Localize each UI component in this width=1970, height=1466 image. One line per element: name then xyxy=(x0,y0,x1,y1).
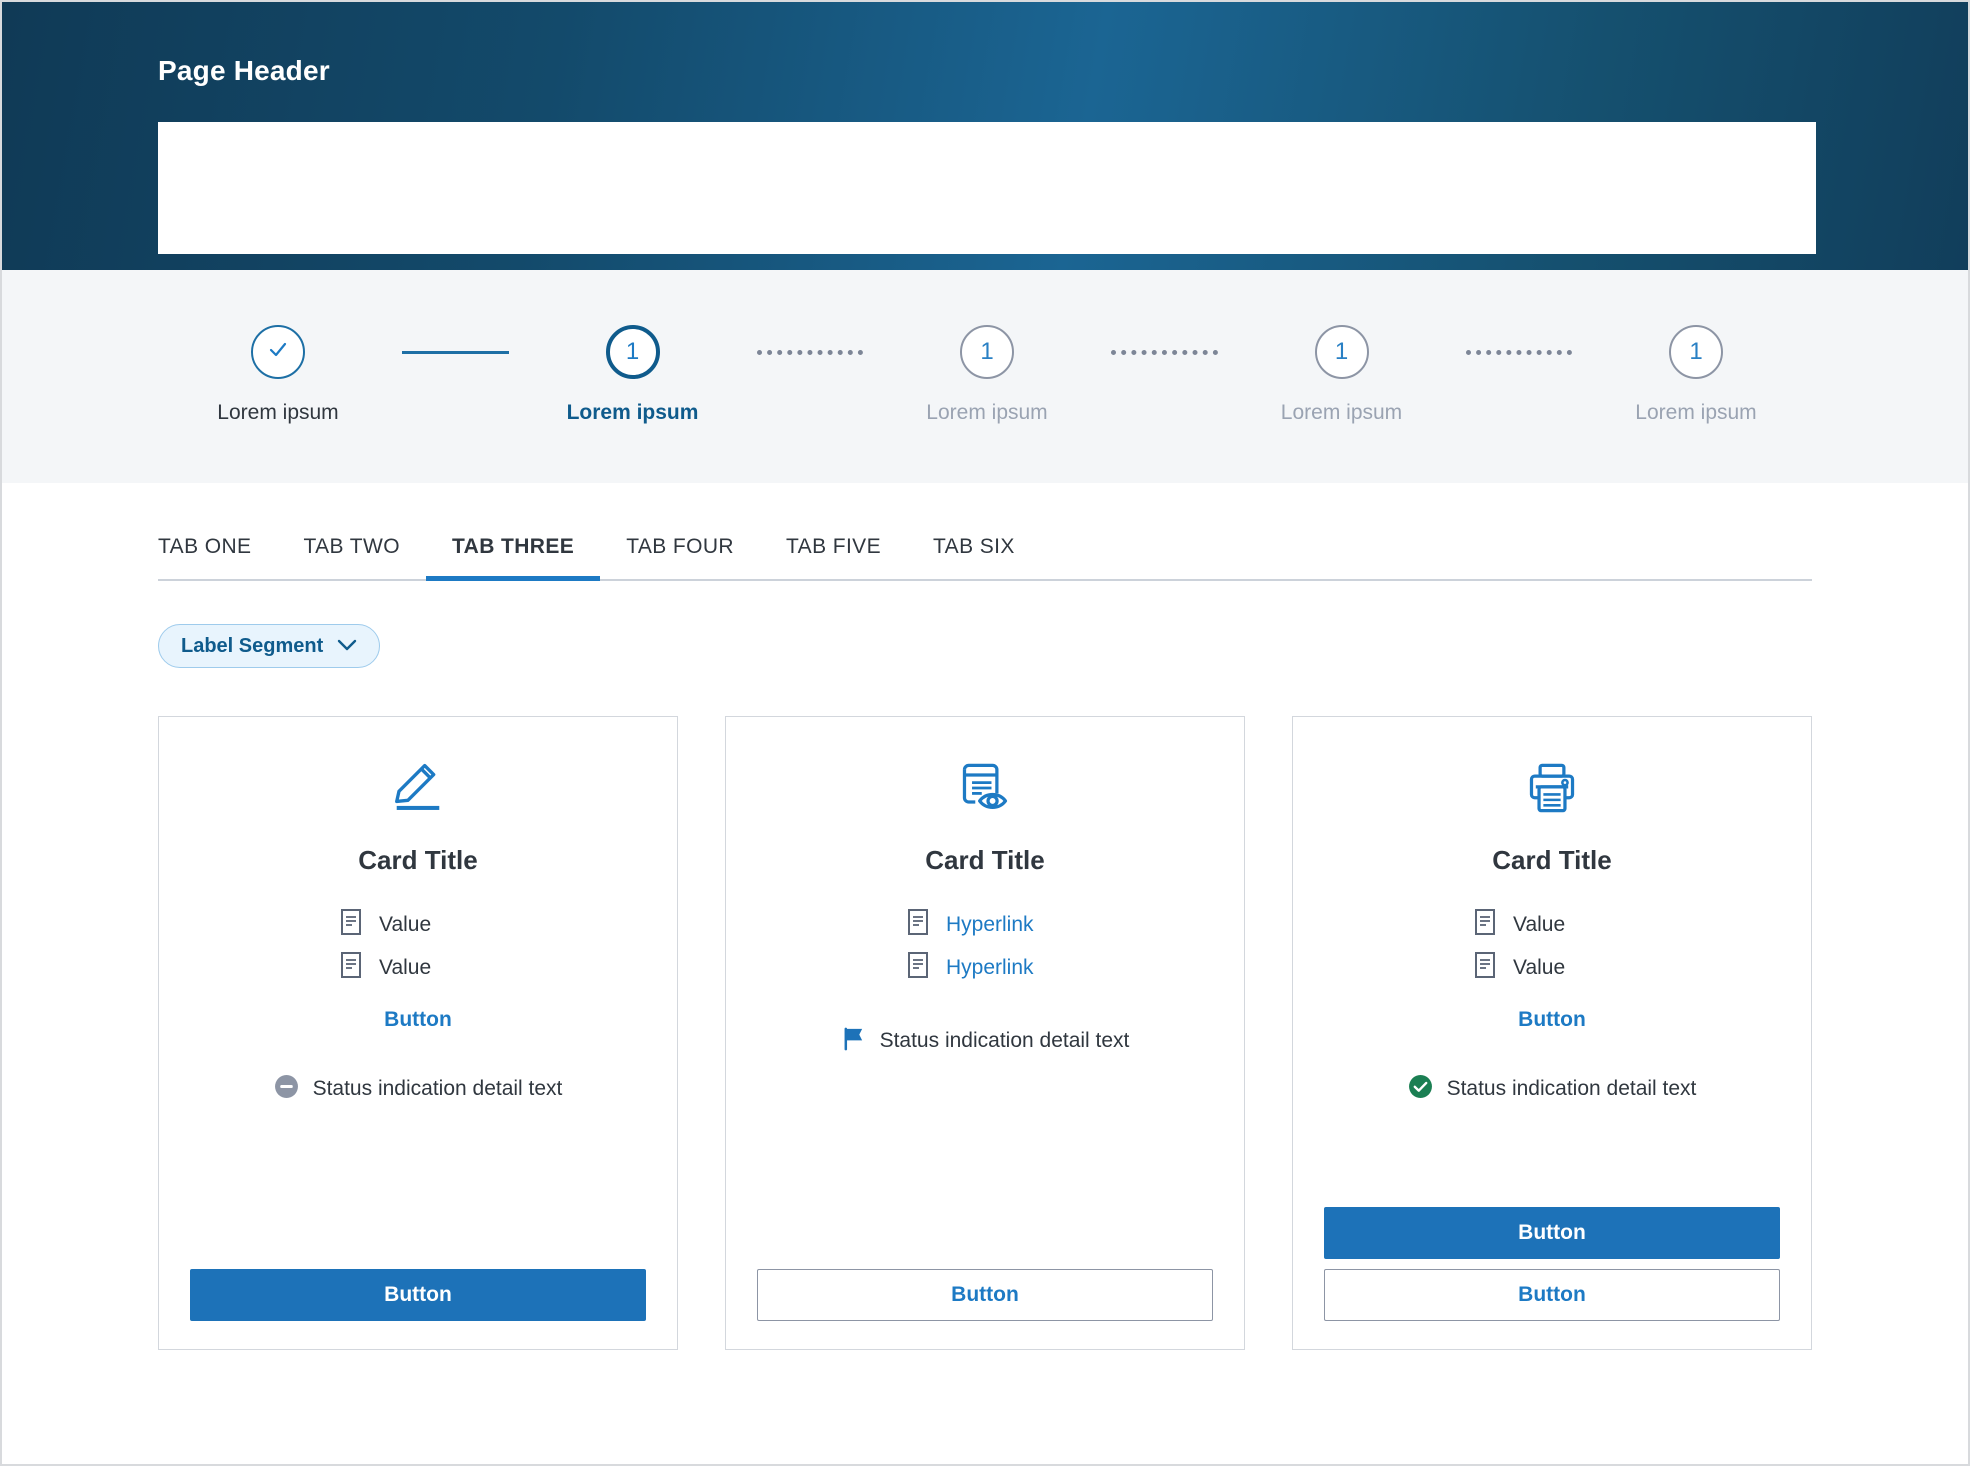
card-value-text: Value xyxy=(379,912,432,936)
card-status-row: Status indication detail text xyxy=(190,1074,646,1104)
stepper-connector-line xyxy=(402,350,509,354)
tab-tab-one[interactable]: TAB ONE xyxy=(158,535,277,579)
document-icon xyxy=(906,951,930,984)
progress-stepper: Lorem ipsum 1 Lorem ipsum 1 Lorem ipsum 1 Lore… xyxy=(158,270,1816,483)
segment-row: Label Segment xyxy=(158,581,1812,668)
pencil-edit-icon xyxy=(190,757,646,819)
page-title: Page Header xyxy=(158,55,330,86)
page-header-banner: Page Header xyxy=(2,2,1968,270)
stepper-step-5[interactable]: 1 Lorem ipsum xyxy=(1576,325,1816,425)
stepper-connector xyxy=(1107,325,1222,379)
card-value-text: Value xyxy=(379,955,432,979)
stepper-step-number: 1 xyxy=(1689,338,1703,365)
card: Card Title Value Value Button Status indicat… xyxy=(1292,716,1812,1350)
tab-tab-six[interactable]: TAB SIX xyxy=(907,535,1041,579)
document-icon xyxy=(1473,908,1497,941)
stepper-step-4[interactable]: 1 Lorem ipsum xyxy=(1222,325,1462,425)
document-icon xyxy=(339,908,363,941)
stepper-step-bubble[interactable] xyxy=(251,325,305,379)
card-hyperlink[interactable]: Hyperlink xyxy=(946,913,1064,937)
stepper-step-3[interactable]: 1 Lorem ipsum xyxy=(867,325,1107,425)
card-grid: Card Title Value Value Button Status indicat… xyxy=(158,668,1812,1350)
card-action-button-secondary[interactable]: Button xyxy=(757,1269,1213,1321)
stepper-step-label: Lorem ipsum xyxy=(217,401,339,424)
document-preview-icon xyxy=(757,757,1213,819)
card-actions: Button xyxy=(757,1269,1213,1321)
card-hyperlink[interactable]: Hyperlink xyxy=(946,956,1064,980)
card-value-text: Value xyxy=(1513,955,1566,979)
card-value-row: Value xyxy=(1324,908,1780,941)
card-body: Hyperlink Hyperlink Status indication deta… xyxy=(757,908,1213,1056)
stepper-step-number: 1 xyxy=(980,338,994,365)
card-status-row: Status indication detail text xyxy=(1324,1074,1780,1104)
stepper-step-label: Lorem ipsum xyxy=(1280,401,1403,424)
tab-tab-five[interactable]: TAB FIVE xyxy=(760,535,907,579)
main-content: TAB ONE TAB TWO TAB THREE TAB FOUR TAB FIVE T… xyxy=(2,483,1968,1350)
stepper-connector-line xyxy=(756,349,863,355)
card-action-button-primary[interactable]: Button xyxy=(190,1269,646,1321)
card: Card Title Hyperlink Hyperlink Status indic… xyxy=(725,716,1245,1350)
card-link-button[interactable]: Button xyxy=(190,1008,646,1032)
stepper-connector xyxy=(398,325,513,379)
tab-tab-three[interactable]: TAB THREE xyxy=(425,535,601,581)
stepper-step-number: 1 xyxy=(1334,338,1349,365)
document-icon xyxy=(339,951,363,984)
stepper-step-1[interactable]: Lorem ipsum xyxy=(158,325,398,425)
card-status-text: Status indication detail text xyxy=(879,1029,1130,1052)
card-value-row: Value xyxy=(190,951,646,984)
stepper-step-bubble[interactable]: 1 xyxy=(1314,325,1369,379)
card-action-button-primary[interactable]: Button xyxy=(1324,1207,1780,1259)
card-link-button[interactable]: Button xyxy=(1324,1008,1780,1032)
card-title: Card Title xyxy=(1492,845,1612,875)
card-status-text: Status indication detail text xyxy=(1446,1077,1697,1100)
tab-bar: TAB ONE TAB TWO TAB THREE TAB FOUR TAB FIVE T… xyxy=(158,483,1812,581)
stepper-step-label: Lorem ipsum xyxy=(926,401,1048,424)
card-title: Card Title xyxy=(358,845,478,875)
card-value-row: Value xyxy=(1324,951,1780,984)
label-segment-text: Label Segment xyxy=(181,634,324,657)
stepper-connector xyxy=(1462,325,1577,379)
card-actions: Button xyxy=(190,1269,646,1321)
card-value-row: Value xyxy=(190,908,646,941)
check-circle-icon xyxy=(1408,1074,1433,1104)
card-action-button-secondary[interactable]: Button xyxy=(1324,1269,1780,1321)
card-actions: Button Button xyxy=(1324,1207,1780,1321)
tab-tab-two[interactable]: TAB TWO xyxy=(277,535,426,579)
document-icon xyxy=(906,908,930,941)
page-root: Page Header Lorem ipsum 1 Lorem ipsum 1 Lore… xyxy=(0,0,1970,1466)
card-value-row[interactable]: Hyperlink xyxy=(757,951,1213,984)
chevron-down-icon xyxy=(337,635,357,658)
label-segment-dropdown[interactable]: Label Segment xyxy=(158,624,381,668)
document-icon xyxy=(1473,951,1497,984)
tab-tab-four[interactable]: TAB FOUR xyxy=(600,535,760,579)
card: Card Title Value Value Button Status indicat… xyxy=(158,716,678,1350)
stepper-connector-line xyxy=(1465,349,1572,355)
stepper-step-label: Lorem ipsum xyxy=(1635,401,1757,424)
card-body: Value Value Button Status indication detail… xyxy=(1324,908,1780,1104)
stepper-step-bubble[interactable]: 1 xyxy=(605,325,660,379)
stepper-step-bubble[interactable]: 1 xyxy=(1669,325,1723,379)
card-status-row: Status indication detail text xyxy=(757,1026,1213,1056)
card-value-text: Value xyxy=(1513,912,1566,936)
card-body: Value Value Button Status indication detail… xyxy=(190,908,646,1104)
stepper-step-2[interactable]: 1 Lorem ipsum xyxy=(513,325,753,425)
stepper-step-number: 1 xyxy=(625,338,640,365)
flag-icon xyxy=(841,1026,866,1056)
check-icon xyxy=(266,339,290,366)
stepper-step-bubble[interactable]: 1 xyxy=(960,325,1014,379)
stepper-band: Lorem ipsum 1 Lorem ipsum 1 Lorem ipsum 1 Lore… xyxy=(2,270,1968,483)
printer-icon xyxy=(1324,757,1780,819)
stepper-step-label: Lorem ipsum xyxy=(566,401,699,424)
card-title: Card Title xyxy=(925,845,1045,875)
header-content-panel xyxy=(158,122,1816,254)
stepper-connector-line xyxy=(1111,349,1218,355)
stepper-connector xyxy=(753,325,868,379)
card-value-row[interactable]: Hyperlink xyxy=(757,908,1213,941)
minus-circle-icon xyxy=(274,1074,299,1104)
card-status-text: Status indication detail text xyxy=(312,1077,563,1100)
